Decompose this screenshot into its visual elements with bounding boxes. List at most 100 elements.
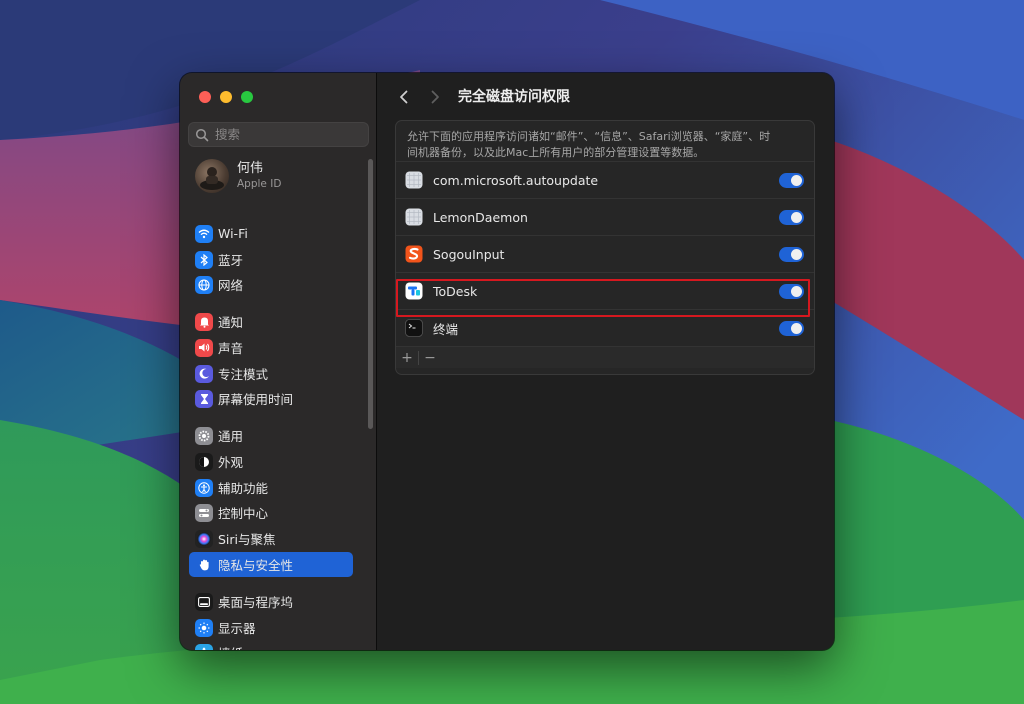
chevron-left-icon [400,90,408,104]
content-pane: 完全磁盘访问权限 允许下面的应用程序访问诸如“邮件”、“信息”、Safari浏览… [377,73,834,650]
sidebar-item-label: 墙纸 [218,643,243,650]
sidebar-item-7[interactable]: 屏幕使用时间 [189,386,353,411]
settings-window: 何伟 Apple ID Wi-Fi 蓝牙网络通知声音专注模式屏幕使用时间通用外观辅… [180,73,834,650]
window-controls [199,91,253,103]
search-input[interactable] [215,127,355,142]
avatar [195,159,229,193]
access-toggle[interactable] [779,284,804,299]
generic-app-icon [405,171,423,189]
search-field[interactable] [188,122,369,147]
sidebar-item-3[interactable]: 网络 [189,272,353,297]
sidebar-item-label: 隐私与安全性 [218,558,294,573]
sidebar-item-label: Wi-Fi [218,226,248,241]
app-row: 终端 [396,309,814,346]
app-name: SogouInput [433,246,505,262]
app-name: ToDesk [433,283,478,299]
sidebar-item-label: Siri与聚焦 [218,532,276,547]
sidebar: 何伟 Apple ID Wi-Fi 蓝牙网络通知声音专注模式屏幕使用时间通用外观辅… [180,73,377,650]
sidebar-item-14[interactable]: 桌面与程序坞 [189,589,353,614]
account-subtitle: Apple ID [237,178,282,190]
appearance-icon [195,452,213,471]
bell-icon [195,312,213,331]
sidebar-item-5[interactable]: 声音 [189,335,353,360]
app-row: SogouInput [396,235,814,272]
sun-icon [195,618,213,637]
generic-app-icon [405,208,423,226]
dock-icon [195,592,213,611]
account-name: 何伟 [237,161,264,176]
sidebar-item-16[interactable]: 墙纸 [189,640,353,650]
description-line-2: 间机器备份，以及此Mac上所有用户的部分管理设置等数据。 [407,146,705,159]
description-line-1: 允许下面的应用程序访问诸如“邮件”、“信息”、Safari浏览器、“家庭”、时 [407,130,771,143]
sidebar-item-4[interactable]: 通知 [189,309,353,334]
permission-description: 允许下面的应用程序访问诸如“邮件”、“信息”、Safari浏览器、“家庭”、时 … [396,121,814,161]
sidebar-item-label: 蓝牙 [218,253,244,268]
toggle-knob [791,323,802,334]
sidebar-item-label: 声音 [218,341,244,356]
toggle-knob [791,175,802,186]
zoom-button[interactable] [241,91,253,103]
access-toggle[interactable] [779,210,804,225]
sidebar-item-13[interactable]: 隐私与安全性 [189,552,353,577]
toggle-knob [791,249,802,260]
speaker-icon [195,338,213,357]
sidebar-item-label: 屏幕使用时间 [218,392,294,407]
sidebar-item-label: 外观 [218,455,244,470]
hourglass-icon [195,389,213,408]
sogou-icon [405,245,423,263]
sidebar-item-label: 网络 [218,278,244,293]
terminal-icon [405,319,423,337]
app-name: 终端 [433,321,459,337]
toggle-knob [791,286,802,297]
gear-icon [195,426,213,445]
access-toggle[interactable] [779,173,804,188]
app-row: LemonDaemon [396,198,814,235]
app-permission-list: 允许下面的应用程序访问诸如“邮件”、“信息”、Safari浏览器、“家庭”、时 … [396,121,814,374]
sidebar-item-12[interactable]: Siri与聚焦 [189,526,353,551]
sidebar-item-label: 显示器 [218,621,256,636]
sidebar-item-15[interactable]: 显示器 [189,615,353,640]
sidebar-item-label: 专注模式 [218,367,269,382]
globe-icon [195,275,213,294]
minimize-button[interactable] [220,91,232,103]
hand-icon [195,556,213,574]
bluetooth-icon [195,250,213,269]
add-button[interactable]: + [396,348,418,368]
list-footer: + − [396,346,814,368]
sidebar-item-6[interactable]: 专注模式 [189,361,353,386]
forward-button[interactable] [425,87,445,107]
page-title: 完全磁盘访问权限 [458,89,570,105]
sidebar-item-label: 控制中心 [218,506,269,521]
search-icon [195,128,209,141]
remove-button[interactable]: − [419,348,441,368]
sidebar-item-label: 桌面与程序坞 [218,595,294,610]
sidebar-scrollbar[interactable] [368,159,373,429]
flower-icon [195,643,213,650]
sidebar-item-label: 通知 [218,315,244,330]
sidebar-item-1[interactable]: Wi-Fi [189,221,353,246]
close-button[interactable] [199,91,211,103]
siri-icon [195,529,213,548]
sidebar-item-8[interactable]: 通用 [189,423,353,448]
app-name: LemonDaemon [433,209,528,225]
apple-id-account[interactable]: 何伟 Apple ID [195,159,281,193]
todesk-icon [405,282,423,300]
app-row: com.microsoft.autoupdate [396,161,814,198]
back-button[interactable] [394,87,414,107]
toggle-knob [791,212,802,223]
moon-icon [195,364,213,383]
sidebar-item-2[interactable]: 蓝牙 [189,247,353,272]
accessibility-icon [195,478,213,497]
access-toggle[interactable] [779,321,804,336]
sidebar-item-label: 辅助功能 [218,481,269,496]
sidebar-item-label: 通用 [218,429,244,444]
access-toggle[interactable] [779,247,804,262]
control-center-icon [195,503,213,522]
sidebar-item-9[interactable]: 外观 [189,449,353,474]
sidebar-item-11[interactable]: 控制中心 [189,500,353,525]
app-row: ToDesk [396,272,814,309]
app-name: com.microsoft.autoupdate [433,172,599,188]
sidebar-item-10[interactable]: 辅助功能 [189,475,353,500]
wifi-icon [195,224,213,243]
chevron-right-icon [431,90,439,104]
